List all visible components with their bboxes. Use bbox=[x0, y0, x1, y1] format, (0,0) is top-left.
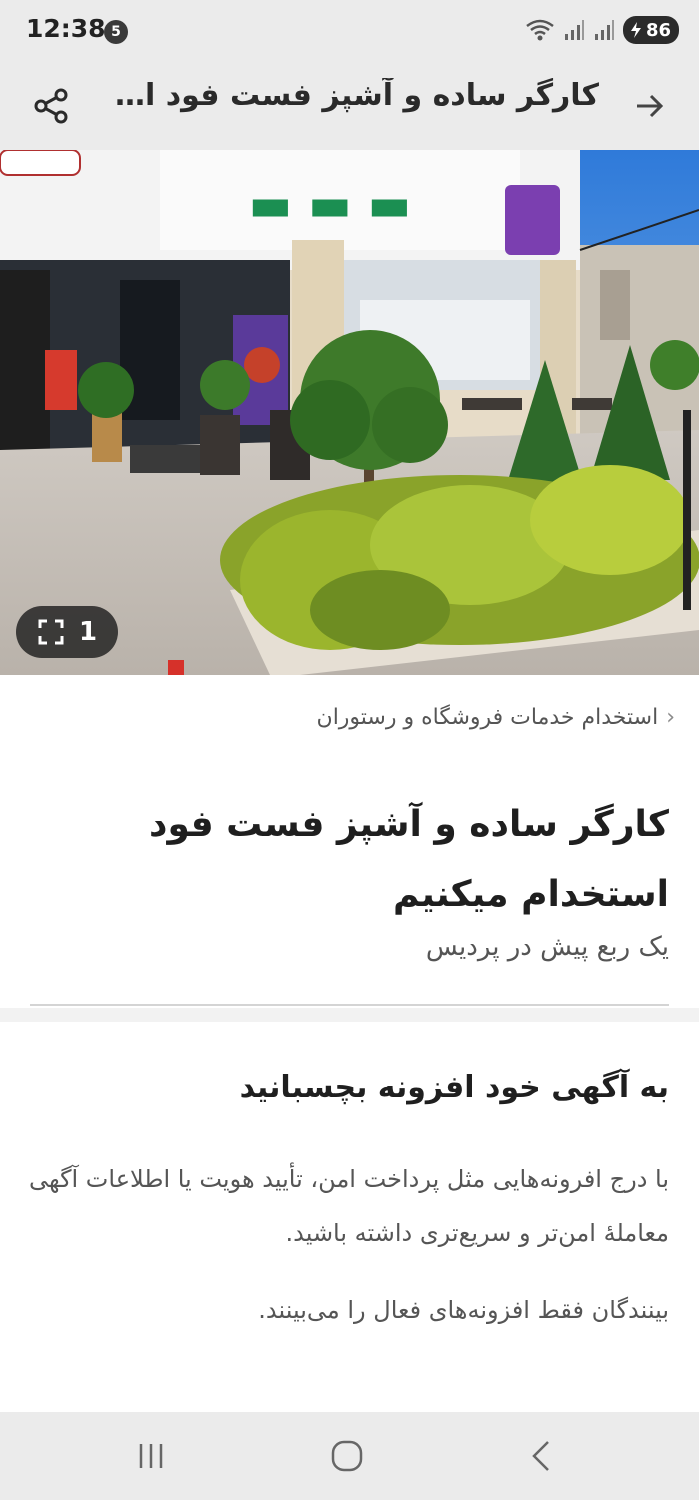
gallery-counter[interactable]: 1 bbox=[16, 606, 118, 658]
promo-title: به آگهی خود افزونه بچسبانید bbox=[239, 1070, 669, 1105]
gallery-count: 1 bbox=[78, 617, 98, 647]
promo-body: با درج افرونه‌هایی مثل پرداخت امن، تأیید… bbox=[29, 1165, 669, 1247]
app-bar-title: کارگر ساده و آشپز فست فود است... bbox=[99, 78, 599, 113]
status-bar: 12:38 5 86 bbox=[0, 0, 699, 62]
storefront-photo: ▬ ▬ ▬ bbox=[0, 150, 699, 675]
breadcrumb[interactable]: ‹ استخدام خدمات فروشگاه و رستوران bbox=[317, 705, 675, 730]
system-nav-bar bbox=[0, 1412, 699, 1500]
signal-icon-2 bbox=[594, 20, 614, 40]
nav-back-icon[interactable] bbox=[522, 1436, 562, 1476]
battery-indicator: 86 bbox=[622, 16, 679, 44]
arrow-right-icon[interactable] bbox=[629, 86, 669, 126]
post-meta: یک ربع پیش در پردیس bbox=[425, 932, 669, 962]
svg-text:▬ ▬ ▬: ▬ ▬ ▬ bbox=[249, 177, 411, 231]
wifi-icon bbox=[526, 19, 554, 41]
post-title: کارگر ساده و آشپز فست فود استخدام میکنیم bbox=[149, 804, 669, 915]
breadcrumb-category[interactable]: استخدام خدمات فروشگاه و رستوران bbox=[317, 705, 659, 730]
fullscreen-icon bbox=[38, 619, 64, 645]
listing-photo[interactable]: ▬ ▬ ▬ bbox=[0, 150, 699, 675]
status-icons: 86 bbox=[525, 16, 679, 44]
charging-icon bbox=[630, 22, 641, 38]
status-time: 12:38 bbox=[26, 14, 106, 43]
promo-note: بینندگان فقط افزونه‌های فعال را می‌بینند… bbox=[258, 1296, 669, 1324]
share-icon[interactable] bbox=[30, 84, 74, 128]
section-separator bbox=[0, 1008, 699, 1022]
app-bar: کارگر ساده و آشپز فست فود است... bbox=[0, 62, 699, 150]
notification-badge: 5 bbox=[104, 20, 128, 44]
divider bbox=[30, 1004, 669, 1006]
recents-icon[interactable] bbox=[131, 1436, 171, 1476]
home-icon[interactable] bbox=[327, 1436, 367, 1476]
chevron-left-icon: ‹ bbox=[666, 705, 675, 730]
battery-level: 86 bbox=[645, 19, 671, 41]
signal-icon bbox=[564, 20, 584, 40]
